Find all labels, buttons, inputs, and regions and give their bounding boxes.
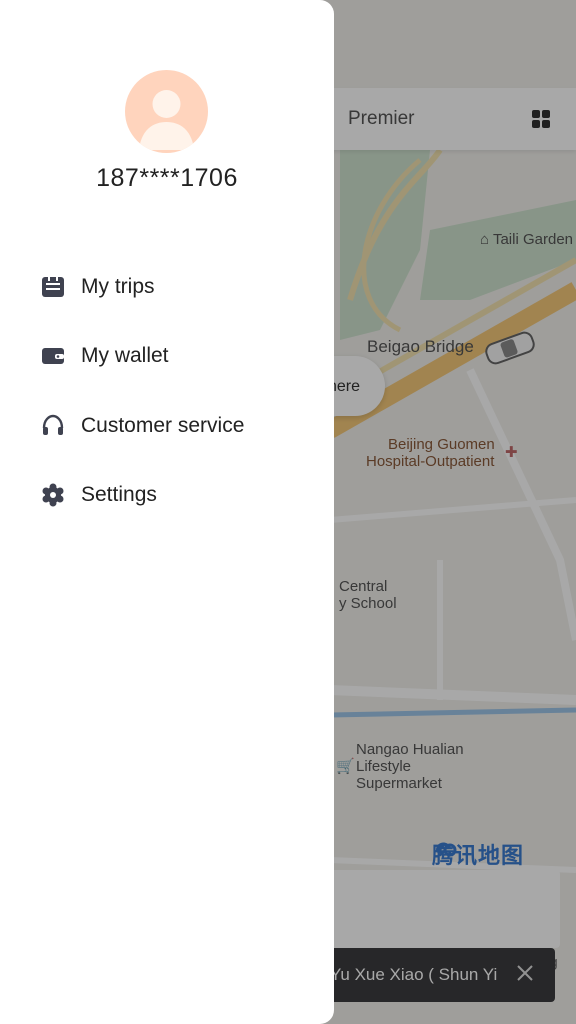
menu-item-trips[interactable]: My trips bbox=[40, 267, 300, 307]
wallet-icon bbox=[40, 343, 66, 369]
menu-item-settings[interactable]: Settings bbox=[40, 475, 300, 515]
gear-icon bbox=[40, 482, 66, 508]
menu-item-label: My trips bbox=[81, 275, 155, 298]
user-phone: 187****1706 bbox=[96, 164, 238, 192]
menu-item-customer-service[interactable]: Customer service bbox=[40, 406, 300, 446]
avatar[interactable] bbox=[125, 70, 208, 153]
side-drawer: 187****1706 My trips My wallet Customer … bbox=[0, 0, 334, 1024]
headset-icon bbox=[40, 413, 66, 439]
menu-item-wallet[interactable]: My wallet bbox=[40, 336, 300, 376]
menu-item-label: Customer service bbox=[81, 414, 245, 437]
user-silhouette-icon bbox=[139, 90, 194, 150]
menu-item-label: Settings bbox=[81, 483, 157, 506]
trips-icon bbox=[40, 274, 66, 300]
menu-item-label: My wallet bbox=[81, 344, 169, 367]
